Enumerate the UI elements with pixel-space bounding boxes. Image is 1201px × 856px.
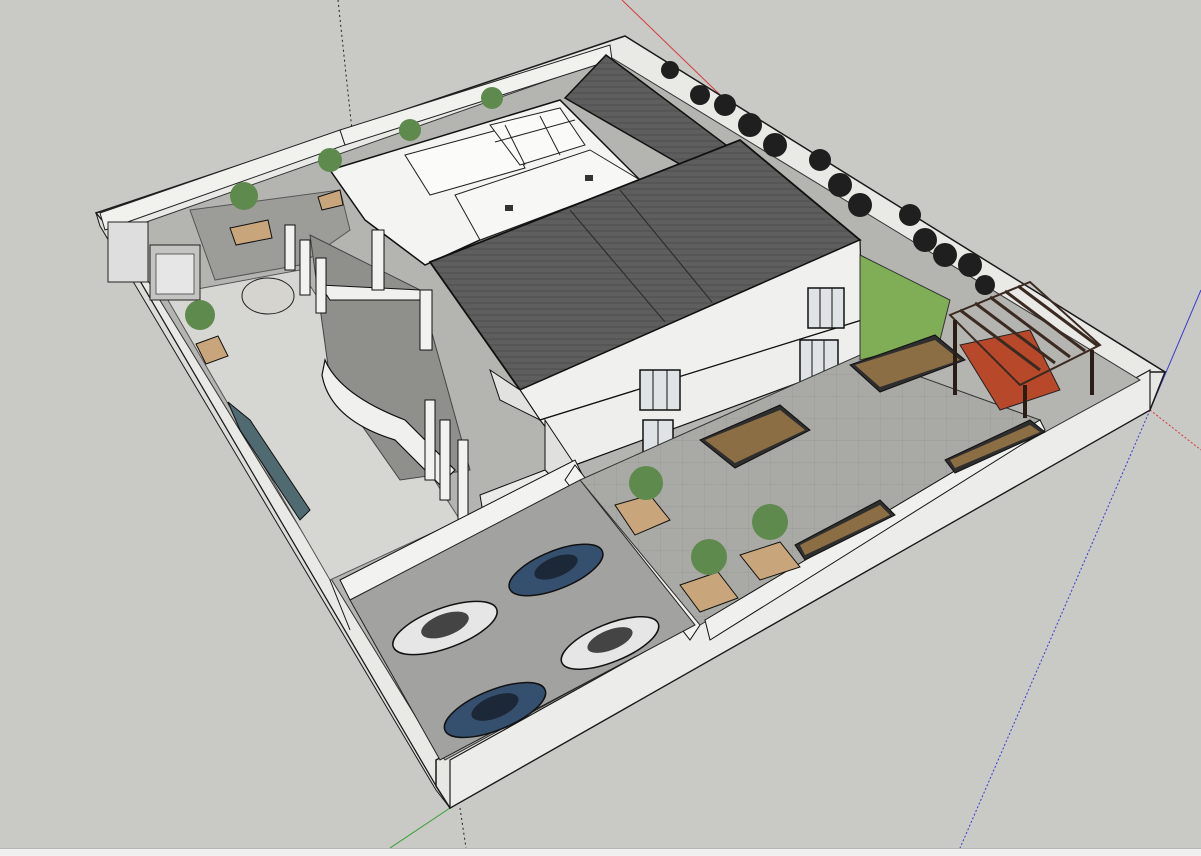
- tree-icon: [629, 466, 663, 500]
- window: [639, 369, 681, 411]
- red-axis-dashed: [1149, 409, 1201, 451]
- vertical-dashed-axis: [337, 0, 353, 131]
- 3d-viewport[interactable]: [0, 0, 1201, 848]
- model-scene[interactable]: [0, 0, 1201, 848]
- status-text: [0, 849, 2, 856]
- vertical-dashed-axis-bottom: [459, 807, 467, 848]
- tree-icon: [399, 119, 421, 141]
- tree-icon: [481, 87, 503, 109]
- tree-icon: [318, 148, 342, 172]
- window: [807, 287, 845, 329]
- tree-icon: [691, 539, 727, 575]
- status-bar: [0, 848, 1201, 856]
- tree-icon: [185, 300, 215, 330]
- tree-icon: [752, 504, 788, 540]
- green-axis: [389, 807, 451, 848]
- tree-icon: [230, 182, 258, 210]
